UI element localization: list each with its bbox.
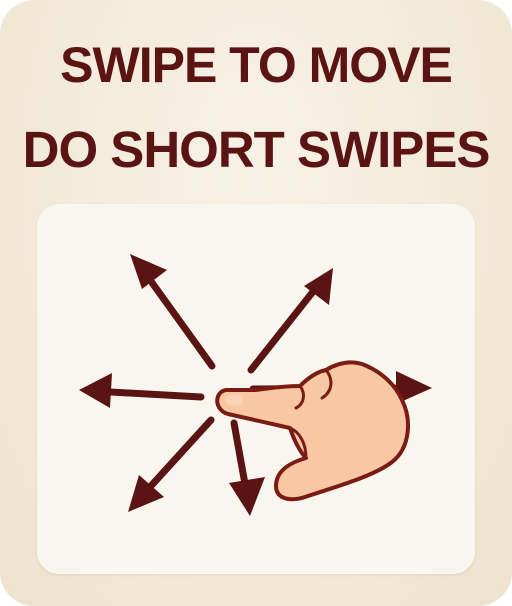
swipe-illustration	[79, 254, 432, 516]
arrow-up-right-icon	[247, 268, 333, 374]
arrow-left-icon	[79, 373, 205, 408]
arrow-down-icon	[229, 419, 265, 516]
tutorial-card: SWIPE TO MOVE DO SHORT SWIPES	[0, 0, 512, 606]
arrow-up-left-icon	[130, 254, 216, 370]
arrow-down-left-icon	[128, 416, 215, 512]
